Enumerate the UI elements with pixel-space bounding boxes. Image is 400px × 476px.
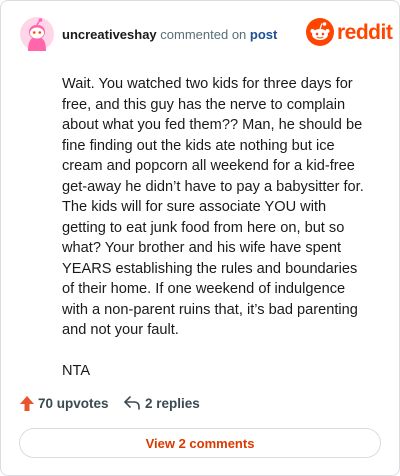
- username-link[interactable]: uncreativeshay: [62, 27, 157, 42]
- comment-body: Wait. You watched two kids for three day…: [62, 74, 367, 401]
- reply-arrow-icon: [124, 396, 140, 410]
- post-link[interactable]: post: [250, 27, 277, 42]
- comment-card: uncreativeshay commented on post reddit …: [0, 0, 400, 476]
- comment-byline: uncreativeshay commented on post: [62, 27, 277, 42]
- comment-paragraph: Wait. You watched two kids for three day…: [62, 76, 364, 338]
- comment-header: uncreativeshay commented on post reddit: [20, 17, 393, 53]
- commented-on-text: commented on: [160, 27, 247, 42]
- reddit-wordmark: reddit: [337, 21, 393, 44]
- replies-stat[interactable]: 2 replies: [123, 395, 200, 411]
- reddit-logo[interactable]: reddit: [306, 18, 393, 46]
- upvotes-label: 70 upvotes: [38, 396, 109, 411]
- snoo-avatar-icon[interactable]: [20, 17, 54, 51]
- upvotes-stat[interactable]: 70 upvotes: [19, 395, 109, 412]
- upvote-arrow-icon: [20, 396, 34, 411]
- replies-label: 2 replies: [145, 395, 200, 411]
- reddit-snoo-icon: [306, 18, 334, 46]
- view-comments-button[interactable]: View 2 comments: [19, 428, 381, 458]
- comment-paragraph: NTA: [62, 362, 91, 379]
